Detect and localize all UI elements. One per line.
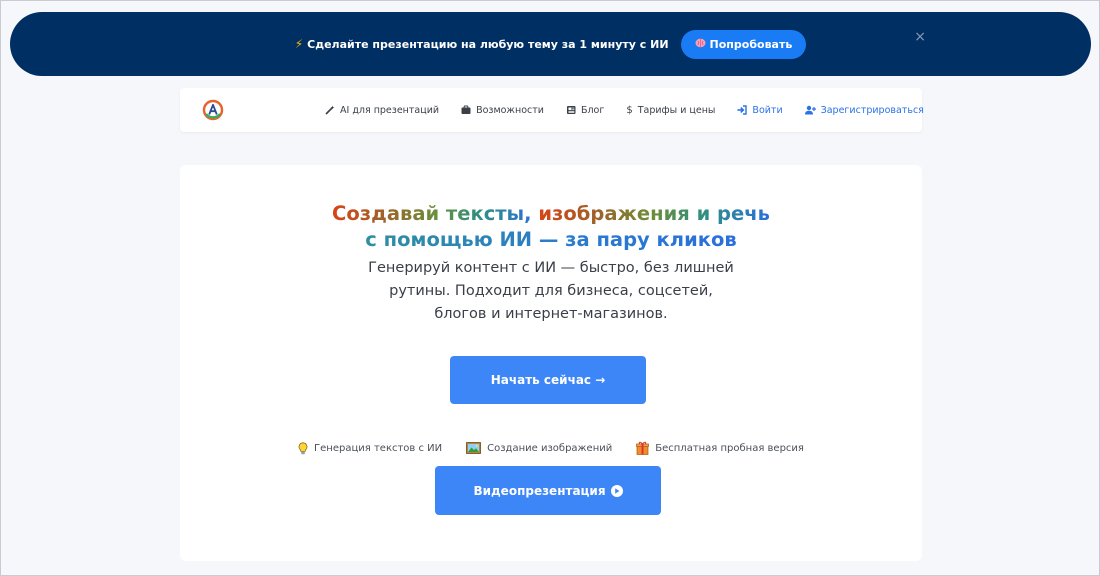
try-button[interactable]: Попробовать	[680, 29, 807, 59]
nav-label: Зарегистрироваться	[820, 104, 924, 116]
nav-item-ai-presentations[interactable]: AI для презентаций	[325, 105, 439, 116]
start-now-button[interactable]: Начать сейчас →	[450, 356, 646, 404]
briefcase-icon	[461, 105, 471, 115]
picture-icon	[466, 442, 482, 454]
nav-item-register[interactable]: Зарегистрироваться	[804, 104, 924, 116]
sign-in-icon	[737, 105, 748, 115]
feature-item: Генерация текстов с ИИ	[298, 441, 443, 455]
headline-line-2: с помощью ИИ — за пару кликов	[365, 228, 737, 251]
nav-label: Войти	[752, 104, 783, 116]
banner-text: Сделайте презентацию на любую тему за 1 …	[307, 37, 669, 51]
subtitle-line: блогов и интернет-магазинов.	[434, 306, 668, 322]
newspaper-icon	[566, 105, 576, 115]
nav-item-blog[interactable]: Блог	[566, 105, 604, 116]
feature-label: Генерация текстов с ИИ	[314, 442, 443, 454]
magic-wand-icon	[325, 105, 335, 115]
lightning-icon: ⚡	[294, 37, 304, 51]
banner-message: ⚡ Сделайте презентацию на любую тему за …	[295, 37, 669, 51]
subtitle-line: Генерируй контент с ИИ — быстро, без лиш…	[368, 260, 734, 276]
feature-label: Бесплатная пробная версия	[655, 442, 804, 454]
video-button-label: Видеопрезентация	[473, 483, 606, 498]
hero-section: Создавай тексты, изображения и речь с по…	[180, 165, 922, 561]
logo[interactable]	[202, 99, 224, 121]
lightbulb-icon	[298, 441, 308, 455]
nav-label: Возможности	[476, 104, 544, 116]
nav-label: Блог	[580, 104, 605, 116]
nav-menu: AI для презентаций Возможности Блог $ Та…	[325, 88, 924, 132]
video-presentation-button[interactable]: Видеопрезентация	[435, 466, 661, 515]
subtitle-line: рутины. Подходит для бизнеса, соцсетей,	[389, 283, 713, 299]
user-plus-icon	[804, 105, 816, 115]
nav-item-features[interactable]: Возможности	[461, 105, 544, 116]
feature-item: Создание изображений	[466, 442, 612, 454]
navbar: AI для презентаций Возможности Блог $ Та…	[180, 88, 924, 132]
hero-headline: Создавай тексты, изображения и речь с по…	[180, 201, 922, 253]
nav-item-pricing[interactable]: $ Тарифы и цены	[626, 105, 715, 116]
nav-item-login[interactable]: Войти	[737, 104, 783, 116]
headline-part-2: изображения и речь	[538, 202, 770, 225]
headline-part-1: Создавай тексты,	[332, 202, 539, 225]
promo-banner: ⚡ Сделайте презентацию на любую тему за …	[10, 12, 1091, 76]
feature-item: Бесплатная пробная версия	[636, 441, 804, 455]
play-icon	[610, 484, 623, 497]
try-button-label: Попробовать	[709, 37, 793, 51]
dollar-icon: $	[626, 104, 633, 116]
gift-icon	[636, 441, 650, 455]
feature-list: Генерация текстов с ИИ Создание изображе…	[180, 439, 922, 457]
close-icon[interactable]: ×	[914, 30, 926, 44]
brain-icon	[695, 38, 706, 51]
nav-label: Тарифы и цены	[637, 104, 716, 116]
feature-label: Создание изображений	[487, 442, 613, 454]
nav-label: AI для презентаций	[340, 104, 440, 116]
hero-subtitle: Генерируй контент с ИИ — быстро, без лиш…	[351, 257, 751, 326]
